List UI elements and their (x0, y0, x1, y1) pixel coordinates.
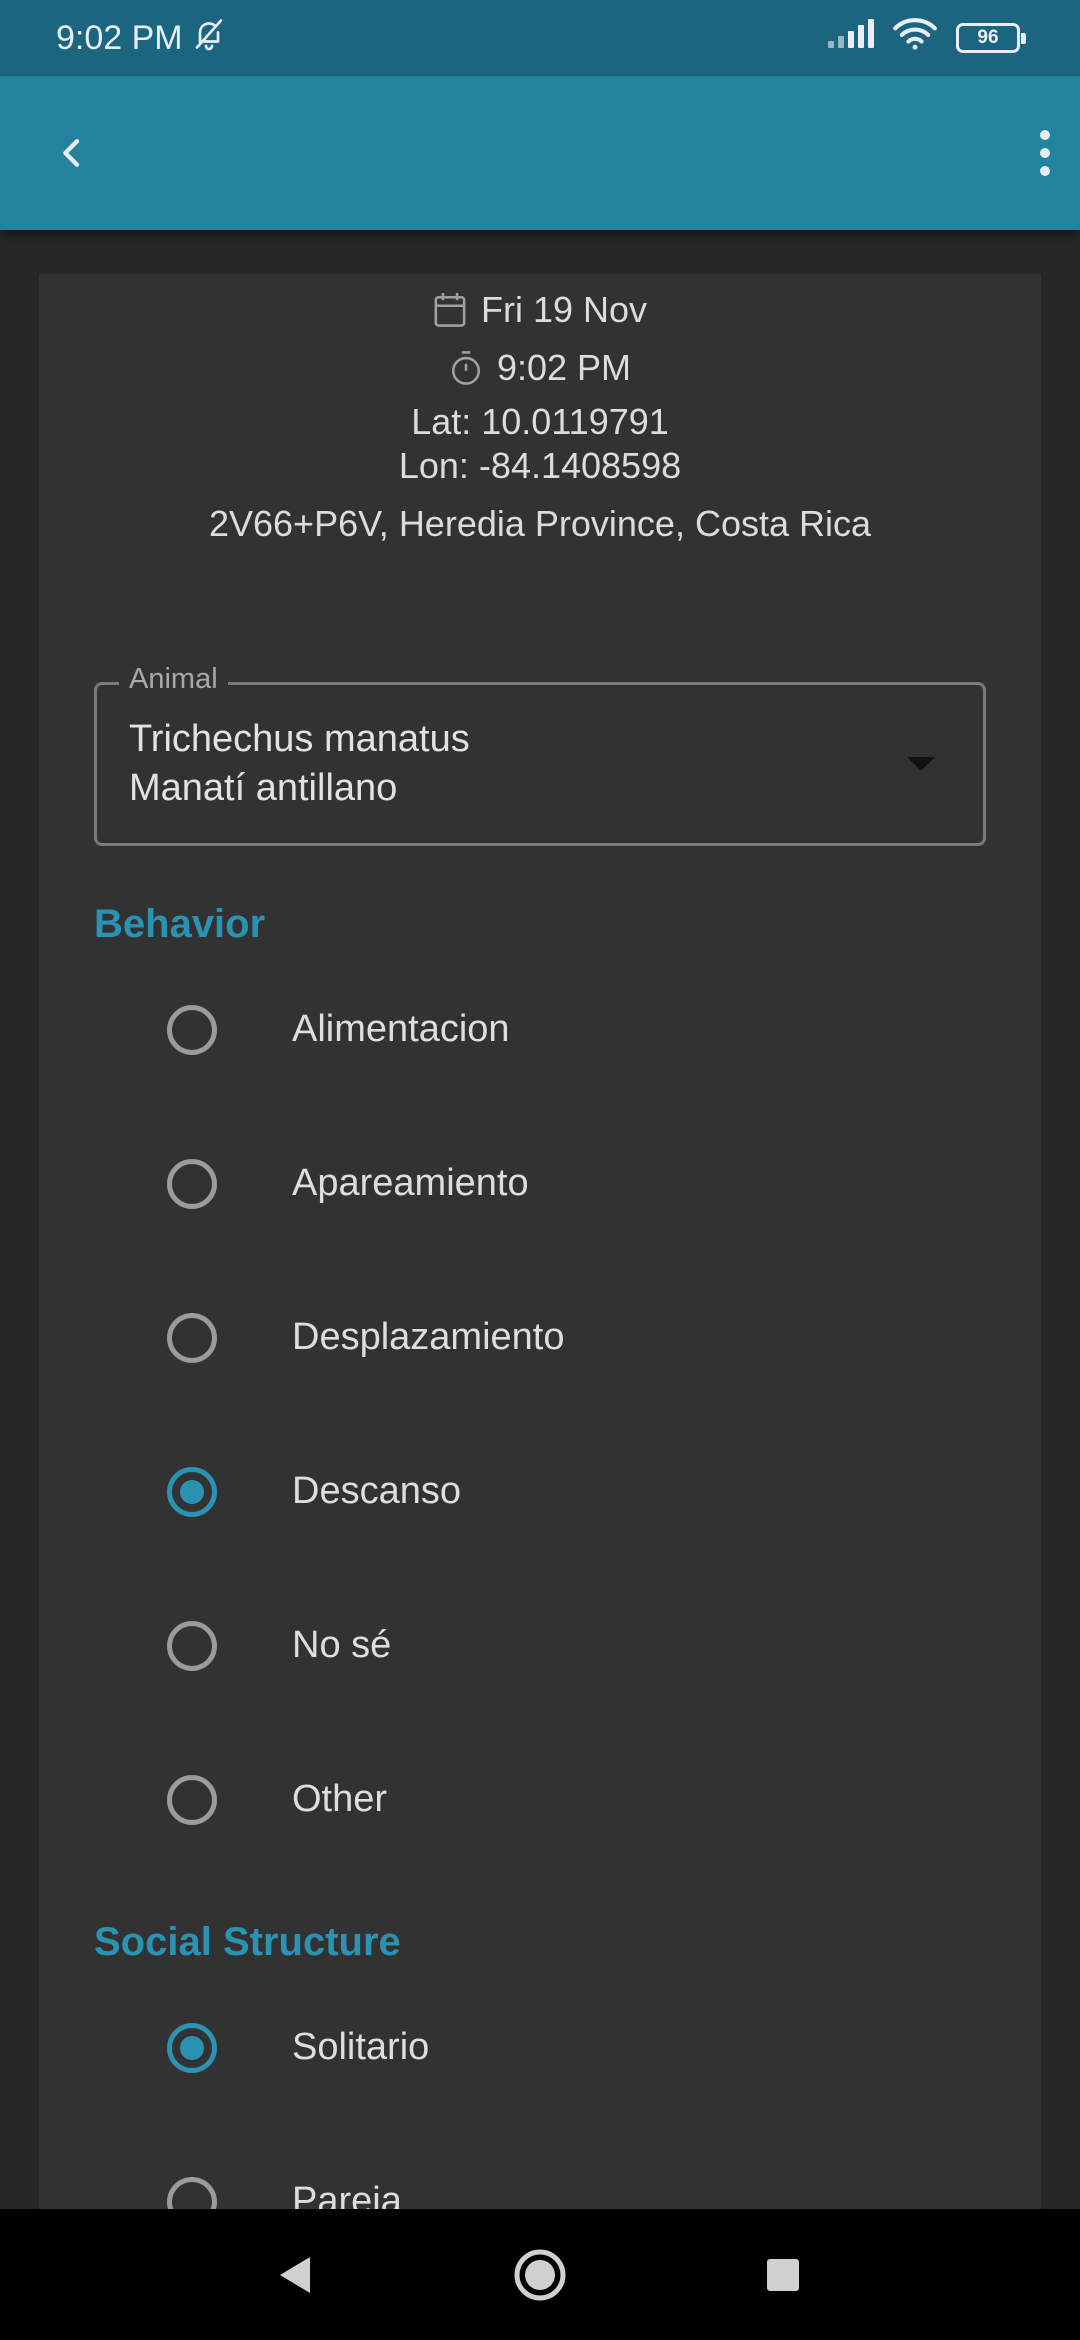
status-bar: 9:02 PM 96 (0, 0, 1080, 76)
record-date: Fri 19 Nov (480, 289, 648, 330)
battery-icon: 96 (956, 23, 1026, 53)
animal-field-label: Animal (119, 663, 228, 696)
radio-button[interactable] (167, 2177, 217, 2209)
longitude: Lon: -84.1408598 (39, 442, 1041, 490)
radio-button[interactable] (167, 1313, 217, 1363)
nav-home-button[interactable] (480, 2209, 600, 2340)
more-vert-icon (1040, 130, 1050, 176)
wifi-icon (892, 17, 938, 60)
radio-button[interactable] (167, 1775, 217, 1825)
behavior-option[interactable]: No sé (39, 1596, 1041, 1696)
address-text: 2V66+P6V, Heredia Province, Costa Rica (208, 503, 872, 544)
nav-recents-button[interactable] (723, 2209, 843, 2340)
behavior-option[interactable]: Other (39, 1750, 1041, 1850)
animal-select[interactable]: Animal Trichechus manatus Manatí antilla… (94, 663, 986, 846)
behavior-option[interactable]: Descanso (39, 1442, 1041, 1542)
back-button[interactable] (42, 123, 102, 183)
latitude-text: Lat: 10.0119791 (411, 401, 669, 442)
social-structure-section-title: Social Structure (94, 1920, 401, 1964)
radio-button-selected[interactable] (167, 2023, 217, 2073)
address: 2V66+P6V, Heredia Province, Costa Rica (39, 498, 1041, 550)
radio-button[interactable] (167, 1621, 217, 1671)
date-line: Fri 19 Nov (39, 282, 1041, 338)
behavior-option-label: No sé (292, 1624, 392, 1666)
latitude: Lat: 10.0119791 (39, 398, 1041, 446)
app-bar (0, 76, 1080, 230)
social-structure-option-label: Pareja (292, 2180, 402, 2209)
behavior-option[interactable]: Desplazamiento (39, 1288, 1041, 1388)
behavior-option-label: Other (292, 1778, 388, 1820)
time-line: 9:02 PM (39, 340, 1041, 396)
stopwatch-icon (451, 351, 480, 385)
record-time: 9:02 PM (496, 347, 632, 388)
behavior-option-label: Alimentacion (292, 1008, 510, 1050)
animal-common-name: Manatí antillano (129, 767, 398, 809)
behavior-section-title: Behavior (94, 902, 266, 946)
square-recents-icon (767, 2258, 799, 2291)
behavior-option-label: Descanso (292, 1470, 461, 1512)
social-structure-option[interactable]: Pareja (39, 2152, 1041, 2209)
dropdown-arrow-icon (907, 757, 935, 771)
behavior-option[interactable]: Alimentacion (39, 980, 1041, 1080)
animal-field-value: Trichechus manatus Manatí antillano (129, 715, 470, 813)
signal-icon (826, 18, 874, 58)
social-structure-option[interactable]: Solitario (39, 1998, 1041, 2098)
bell-off-icon (191, 16, 227, 61)
longitude-text: Lon: -84.1408598 (398, 445, 682, 486)
social-structure-option-label: Solitario (292, 2026, 430, 2068)
record-card: Fri 19 Nov 9:02 PM Lat: 10.0119791 Lon: … (39, 274, 1041, 2209)
calendar-icon (434, 293, 466, 327)
behavior-option[interactable]: Apareamiento (39, 1134, 1041, 1234)
status-time: 9:02 PM (56, 18, 183, 57)
animal-scientific-name: Trichechus manatus (129, 718, 470, 760)
radio-button-selected[interactable] (167, 1467, 217, 1517)
circle-home-icon (514, 2249, 566, 2300)
triangle-back-icon (280, 2256, 310, 2293)
nav-back-button[interactable] (234, 2209, 354, 2340)
chevron-left-icon (63, 139, 80, 167)
system-nav-bar (0, 2209, 1080, 2340)
radio-button[interactable] (167, 1005, 217, 1055)
behavior-option-label: Desplazamiento (292, 1316, 565, 1358)
behavior-option-label: Apareamiento (292, 1162, 529, 1204)
battery-level: 96 (977, 27, 999, 48)
radio-button[interactable] (167, 1159, 217, 1209)
more-options-button[interactable] (1010, 123, 1080, 183)
